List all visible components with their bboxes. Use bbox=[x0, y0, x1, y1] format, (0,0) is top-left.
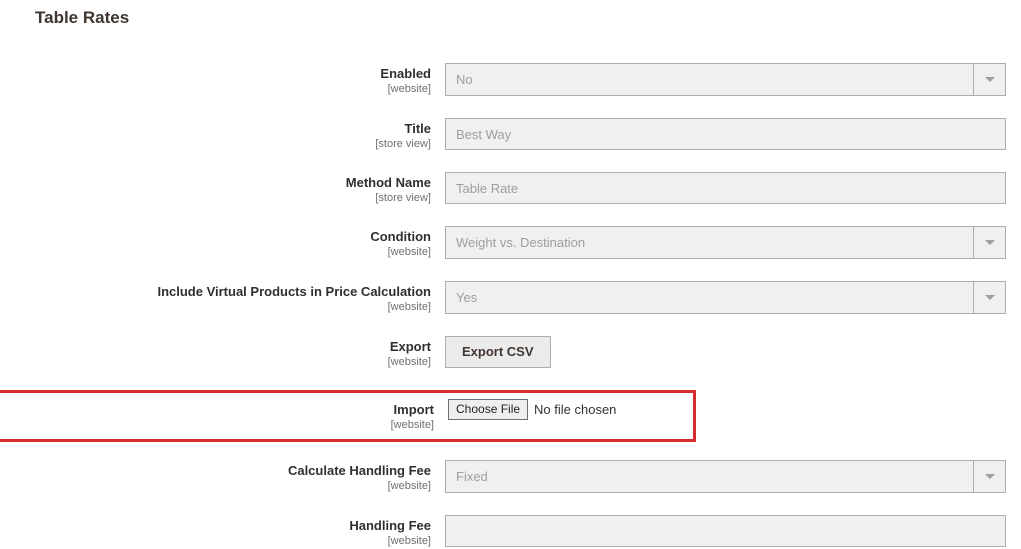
row-export: Export [website] Export CSV bbox=[0, 336, 1006, 368]
row-calc-handling-fee: Calculate Handling Fee [website] Fixed bbox=[0, 460, 1006, 493]
enabled-value: No bbox=[445, 63, 1006, 96]
label-col: Include Virtual Products in Price Calcul… bbox=[0, 281, 445, 313]
method-name-input[interactable] bbox=[445, 172, 1006, 204]
scope-store-view: [store view] bbox=[0, 192, 431, 204]
title-label: Title bbox=[405, 121, 432, 136]
row-condition: Condition [website] Weight vs. Destinati… bbox=[0, 226, 1006, 259]
handling-fee-label: Handling Fee bbox=[349, 518, 431, 533]
row-import: Import [website] Choose File No file cho… bbox=[7, 399, 683, 431]
enabled-label: Enabled bbox=[380, 66, 431, 81]
label-col: Method Name [store view] bbox=[0, 172, 445, 204]
condition-value: Weight vs. Destination bbox=[445, 226, 1006, 259]
method-name-label: Method Name bbox=[346, 175, 431, 190]
label-col: Calculate Handling Fee [website] bbox=[0, 460, 445, 492]
handling-fee-input[interactable] bbox=[445, 515, 1006, 547]
section-title: Table Rates bbox=[0, 0, 1021, 28]
scope-website: [website] bbox=[0, 356, 431, 368]
scope-website: [website] bbox=[0, 535, 431, 547]
row-enabled: Enabled [website] No bbox=[0, 63, 1006, 96]
calc-handling-fee-value: Fixed bbox=[445, 460, 1006, 493]
condition-select[interactable]: Weight vs. Destination bbox=[445, 226, 1006, 259]
calc-handling-fee-select[interactable]: Fixed bbox=[445, 460, 1006, 493]
enabled-select[interactable]: No bbox=[445, 63, 1006, 96]
label-col: Title [store view] bbox=[0, 118, 445, 150]
scope-website: [website] bbox=[0, 246, 431, 258]
export-csv-button[interactable]: Export CSV bbox=[445, 336, 551, 368]
row-include-virtual: Include Virtual Products in Price Calcul… bbox=[0, 281, 1006, 314]
export-label: Export bbox=[390, 339, 431, 354]
import-highlight-box: Import [website] Choose File No file cho… bbox=[0, 390, 696, 442]
choose-file-button[interactable]: Choose File bbox=[448, 399, 528, 420]
row-title: Title [store view] bbox=[0, 118, 1006, 150]
label-col: Condition [website] bbox=[0, 226, 445, 258]
scope-website: [website] bbox=[0, 83, 431, 95]
row-handling-fee: Handling Fee [website] bbox=[0, 515, 1006, 547]
calc-handling-fee-label: Calculate Handling Fee bbox=[288, 463, 431, 478]
scope-website: [website] bbox=[0, 480, 431, 492]
import-label: Import bbox=[394, 402, 434, 417]
include-virtual-label: Include Virtual Products in Price Calcul… bbox=[157, 284, 431, 299]
row-method-name: Method Name [store view] bbox=[0, 172, 1006, 204]
label-col: Enabled [website] bbox=[0, 63, 445, 95]
label-col: Export [website] bbox=[0, 336, 445, 368]
table-rates-form: Enabled [website] No Title [store view] … bbox=[0, 28, 1021, 547]
scope-website: [website] bbox=[7, 419, 434, 431]
condition-label: Condition bbox=[370, 229, 431, 244]
label-col: Import [website] bbox=[7, 399, 448, 431]
scope-store-view: [store view] bbox=[0, 138, 431, 150]
title-input[interactable] bbox=[445, 118, 1006, 150]
file-status: No file chosen bbox=[534, 402, 616, 417]
label-col: Handling Fee [website] bbox=[0, 515, 445, 547]
include-virtual-value: Yes bbox=[445, 281, 1006, 314]
include-virtual-select[interactable]: Yes bbox=[445, 281, 1006, 314]
scope-website: [website] bbox=[0, 301, 431, 313]
